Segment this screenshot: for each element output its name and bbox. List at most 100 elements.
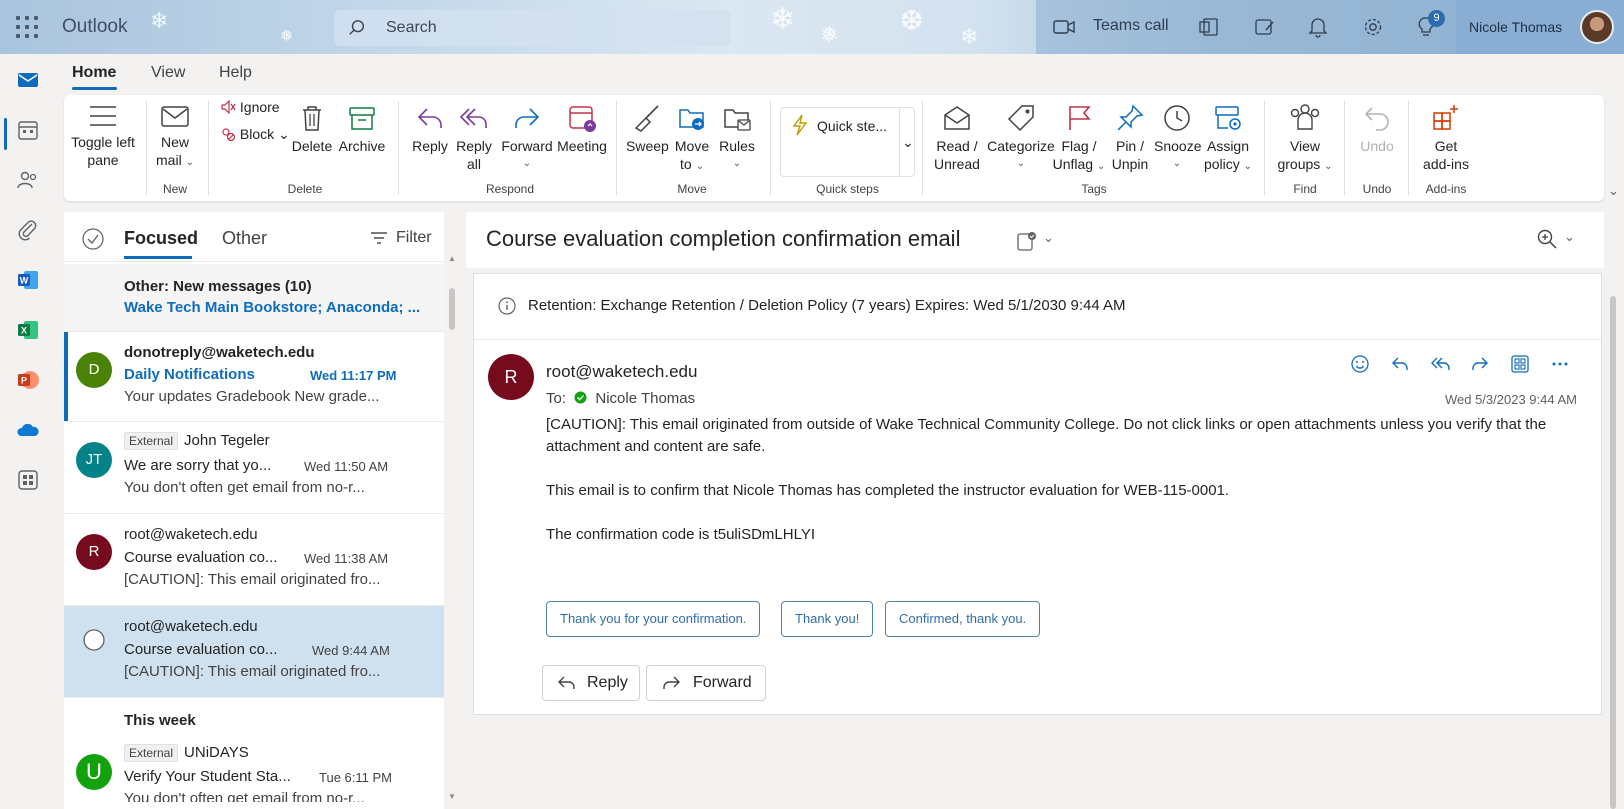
list-item[interactable]: R root@waketech.edu Course evaluation co…: [64, 514, 444, 606]
search-box[interactable]: Search: [334, 10, 731, 46]
onenote-icon[interactable]: [1199, 17, 1219, 37]
snooze-button[interactable]: Snooze ⌄: [1154, 103, 1201, 173]
app-brand[interactable]: Outlook: [62, 16, 127, 38]
chevron-down-icon[interactable]: ⌄: [186, 157, 194, 168]
ribbon-expand-chevron-icon[interactable]: ⌄: [1608, 183, 1619, 199]
suggested-reply-1[interactable]: Thank you for your confirmation.: [546, 601, 761, 637]
bell-icon[interactable]: [1308, 16, 1328, 38]
other-new-messages-banner[interactable]: Other: New messages (10) Wake Tech Main …: [64, 264, 444, 332]
archive-button[interactable]: Archive: [338, 103, 386, 155]
recipient-name[interactable]: Nicole Thomas: [595, 390, 695, 407]
sender-address[interactable]: root@waketech.edu: [546, 362, 697, 382]
get-add-ins-button[interactable]: Get add-ins: [1418, 103, 1474, 173]
chevron-down-icon[interactable]: ⌄: [1244, 161, 1252, 172]
list-item-selected[interactable]: root@waketech.edu Course evaluation co..…: [64, 606, 444, 698]
scroll-up-arrow-icon[interactable]: ▲: [448, 254, 456, 263]
emoji-reaction-icon[interactable]: [1350, 354, 1370, 374]
suggested-reply-3[interactable]: Confirmed, thank you.: [885, 601, 1041, 637]
flag-unflag-button[interactable]: Flag / Unflag ⌄: [1050, 103, 1108, 176]
excel-icon[interactable]: X: [16, 318, 40, 342]
ignore-button[interactable]: Ignore: [220, 99, 280, 115]
app-launcher-icon[interactable]: [14, 14, 40, 40]
message-list-scrollbar[interactable]: ▲ ▼: [448, 254, 456, 809]
group-label-new: New: [162, 182, 187, 196]
select-checkbox-icon[interactable]: [82, 628, 106, 652]
view-groups-button[interactable]: View groups ⌄: [1274, 103, 1336, 176]
list-item[interactable]: U External UNiDAYS Verify Your Student St…: [64, 742, 444, 809]
filter-icon: [371, 232, 387, 244]
reply-action-button[interactable]: Reply: [542, 665, 640, 701]
chevron-down-icon[interactable]: ⌄: [696, 161, 704, 172]
my-day-icon[interactable]: [1254, 17, 1276, 37]
delete-button[interactable]: Delete: [290, 103, 334, 155]
categorize-button[interactable]: Categorize ⌄: [986, 103, 1056, 173]
more-options-icon[interactable]: [1550, 354, 1570, 374]
reply-button[interactable]: Reply: [408, 103, 452, 155]
scrollbar-thumb[interactable]: [449, 288, 455, 330]
group-label-respond: Respond: [485, 182, 535, 196]
move-to-button[interactable]: Move to ⌄: [672, 103, 712, 176]
powerpoint-icon[interactable]: P: [16, 368, 40, 392]
new-mail-button[interactable]: New mail ⌄: [152, 103, 198, 172]
tab-home[interactable]: Home: [72, 64, 116, 82]
tab-view[interactable]: View: [151, 64, 185, 82]
list-item[interactable]: D donotreply@waketech.edu Daily Notifica…: [64, 332, 444, 422]
forward-action-button[interactable]: Forward: [646, 665, 766, 701]
read-unread-button[interactable]: Read / Unread: [932, 103, 982, 173]
chevron-down-icon[interactable]: ⌄: [1154, 155, 1200, 173]
chevron-down-icon[interactable]: ⌄: [902, 134, 914, 151]
reply-all-icon[interactable]: [1430, 354, 1452, 374]
reply-icon[interactable]: [1390, 354, 1410, 374]
chevron-down-icon[interactable]: ⌄: [986, 155, 1056, 173]
tab-help[interactable]: Help: [219, 64, 252, 82]
policy-badge-icon[interactable]: [1016, 230, 1038, 252]
filter-button[interactable]: Filter: [371, 229, 432, 247]
suggested-reply-2[interactable]: Thank you!: [781, 601, 874, 637]
pin-unpin-label-2: Unpin: [1111, 156, 1149, 172]
chevron-down-icon[interactable]: ⌄: [1564, 229, 1575, 245]
attachment-icon[interactable]: [16, 218, 40, 242]
people-icon[interactable]: [16, 168, 40, 192]
user-avatar[interactable]: [1580, 10, 1614, 44]
forward-button[interactable]: Forward ⌄: [500, 103, 554, 173]
rules-button[interactable]: Rules ⌄: [716, 103, 758, 173]
archive-label: Archive: [338, 138, 386, 154]
sweep-button[interactable]: Sweep: [626, 103, 669, 155]
user-name[interactable]: Nicole Thomas: [1469, 19, 1562, 35]
word-icon[interactable]: W: [16, 268, 40, 292]
mail-icon[interactable]: [16, 68, 40, 92]
toggle-left-pane-button[interactable]: Toggle left pane: [68, 103, 138, 169]
assign-policy-button[interactable]: Assign policy ⌄: [1200, 103, 1256, 176]
chevron-down-icon[interactable]: ⌄: [500, 155, 554, 173]
undo-button[interactable]: Undo: [1354, 103, 1400, 155]
meeting-button[interactable]: Meeting: [552, 103, 612, 155]
chevron-down-icon[interactable]: ⌄: [716, 155, 758, 173]
onedrive-icon[interactable]: [16, 418, 40, 442]
sender-avatar[interactable]: R: [488, 354, 534, 400]
tab-focused[interactable]: Focused: [124, 228, 198, 249]
video-camera-icon[interactable]: [1053, 19, 1075, 35]
list-item-time: Wed 11:50 AM: [304, 459, 389, 474]
chevron-down-icon[interactable]: ⌄: [1324, 161, 1332, 172]
scroll-down-arrow-icon[interactable]: ▼: [448, 792, 456, 801]
quick-steps-gallery[interactable]: Quick ste... ⌄: [780, 107, 915, 177]
teams-call-button[interactable]: Teams call: [1093, 17, 1169, 35]
pin-unpin-button[interactable]: Pin / Unpin: [1110, 103, 1150, 173]
gear-icon[interactable]: [1362, 16, 1384, 38]
svg-text:X: X: [21, 326, 27, 336]
list-item[interactable]: JT External John Tegeler We are sorry tha…: [64, 422, 444, 514]
other-banner-title: Other: New messages (10): [124, 278, 312, 295]
block-button[interactable]: Block ⌄: [220, 126, 290, 143]
forward-icon[interactable]: [1470, 354, 1490, 374]
reply-all-button[interactable]: Reply all: [454, 103, 494, 173]
select-all-checkmark-icon[interactable]: [82, 228, 104, 250]
tab-other[interactable]: Other: [222, 228, 267, 249]
chevron-down-icon[interactable]: ⌄: [1097, 161, 1105, 172]
reading-pane-scrollbar[interactable]: [1610, 296, 1616, 809]
apps-icon[interactable]: [1510, 354, 1530, 374]
meeting-icon: [569, 106, 596, 132]
more-apps-icon[interactable]: [16, 468, 40, 492]
chevron-down-icon[interactable]: ⌄: [1043, 230, 1054, 246]
calendar-icon[interactable]: [16, 118, 40, 142]
zoom-icon[interactable]: [1536, 228, 1558, 250]
